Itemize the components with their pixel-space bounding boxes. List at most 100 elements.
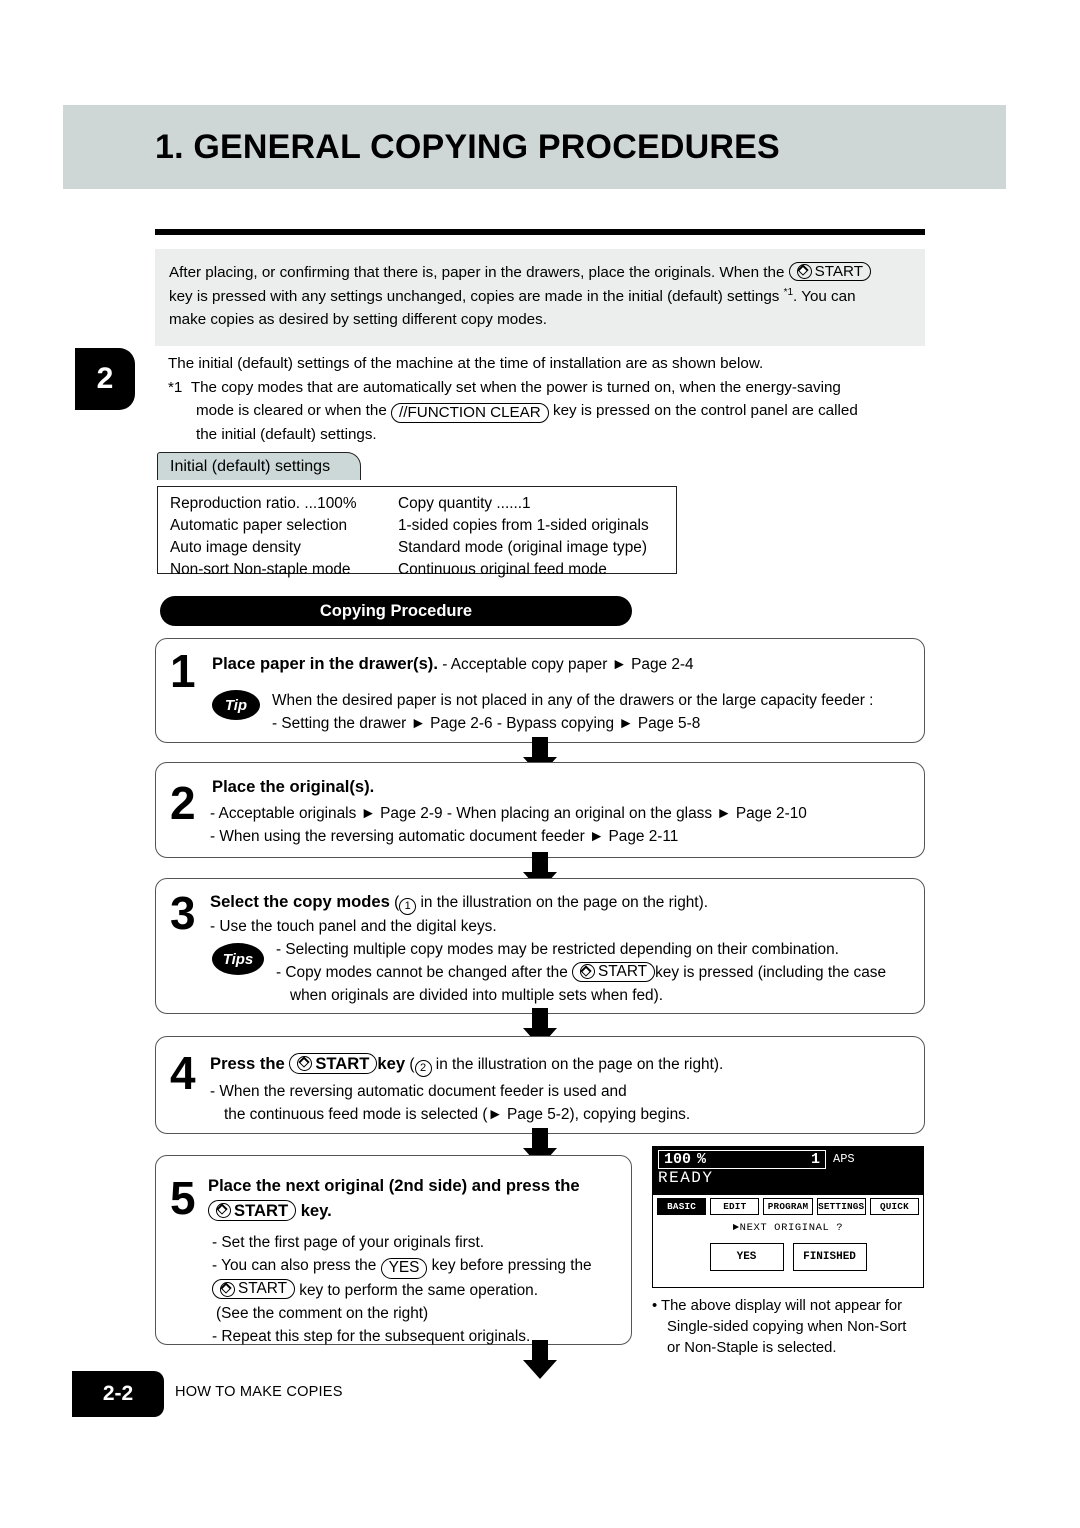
start-key-label: START (814, 262, 864, 280)
settings-tab-header: Initial (default) settings (157, 452, 362, 480)
intro-footnote-mark: *1 (783, 286, 794, 298)
step-3-line1: - Use the touch panel and the digital ke… (210, 918, 497, 935)
step-5-line3b: key to perform the same operation. (295, 1281, 538, 1299)
step-5-title-tail: key. (296, 1201, 332, 1220)
lcd-note: • The above display will not appear for … (652, 1296, 930, 1359)
step-5-line1: - Set the first page of your originals f… (212, 1234, 485, 1251)
start-diamond-icon (220, 1281, 235, 1297)
settings-table: Reproduction ratio. ...100% Copy quantit… (157, 486, 677, 578)
lcd-status-text: READY (658, 1169, 714, 1187)
step-4-title: Press the START key (2 in the illustratio… (210, 1052, 922, 1077)
lcd-prompt-text: ►NEXT ORIGINAL ? (732, 1222, 844, 1234)
title-rule (155, 229, 925, 235)
lcd-quantity-value: 1 (810, 1151, 820, 1168)
note-block: The initial (default) settings of the ma… (168, 352, 930, 447)
lcd-percent-sign: % (697, 1151, 707, 1168)
step-4-start-key-cap: START (289, 1052, 378, 1075)
tip-badge-label: Tip (224, 696, 248, 714)
lcd-tab-bar: BASIC EDIT PROGRAM SETTINGS QUICK (653, 1195, 923, 1215)
step-4-body: - When the reversing automatic document … (210, 1080, 922, 1126)
chapter-number: 2 (96, 362, 114, 395)
settings-cell-right: Continuous original feed mode (398, 560, 607, 578)
step-2-line1: - Acceptable originals ► Page 2-9 - When… (210, 805, 807, 822)
step-5-line3-start-key-label: START (238, 1280, 288, 1297)
step-3-tip-line2b: key is pressed (including the case (655, 964, 887, 982)
table-row: Reproduction ratio. ...100% Copy quantit… (170, 493, 676, 515)
step-3-tip-line1: - Selecting multiple copy modes may be r… (276, 941, 839, 958)
lcd-tab-settings[interactable]: SETTINGS (816, 1198, 866, 1215)
step-1-tip-text: When the desired paper is not placed in … (272, 689, 918, 735)
function-clear-key-label: //FUNCTION CLEAR (399, 404, 541, 422)
lcd-note-line2: Single-sided copying when Non-Sort (667, 1319, 907, 1335)
tip-badge: Tip (212, 690, 260, 720)
settings-cell-left: Non-sort Non-staple mode (170, 560, 351, 578)
step-2-number: 2 (170, 777, 196, 829)
step-3-title-tail-a: ( (389, 894, 400, 911)
settings-tab-label: Initial (default) settings (170, 458, 331, 475)
copying-procedure-banner: Copying Procedure (160, 596, 632, 626)
step-5-line2a: - You can also press the (212, 1257, 381, 1275)
tips-badge: Tips (212, 943, 264, 975)
manual-page: 1. GENERAL COPYING PROCEDURES After plac… (0, 0, 1080, 1528)
step-5-start-key-label: START (234, 1200, 289, 1220)
lcd-status-area: 100 % 1 APS READY (653, 1147, 923, 1195)
start-key-cap: START (788, 261, 872, 282)
step-4-line1: - When the reversing automatic document … (210, 1083, 627, 1100)
note-line2-text: The copy modes that are automatically se… (190, 378, 841, 396)
footer-section-label: HOW TO MAKE COPIES (175, 1384, 343, 1400)
yes-key-label: YES (388, 1259, 420, 1277)
step-4-title-tail-a: ( (405, 1056, 415, 1073)
step-3-tips-text: - Selecting multiple copy modes may be r… (276, 938, 921, 1007)
copying-procedure-label: Copying Procedure (319, 601, 473, 620)
step-4-title-tail-b: in the illustration on the page on the r… (431, 1056, 724, 1073)
lcd-note-line1: • The above display will not appear for (652, 1298, 903, 1314)
step-1-tip-line2: - Setting the drawer ► Page 2-6 - Bypass… (272, 715, 701, 733)
tips-badge-label: Tips (222, 950, 254, 968)
settings-cell-right: Standard mode (original image type) (398, 538, 647, 556)
step-5-number: 5 (170, 1172, 196, 1224)
lcd-panel: 100 % 1 APS READY BASIC EDIT PROGRAM SET… (652, 1146, 924, 1288)
lcd-paper-mode: APS (833, 1152, 855, 1166)
lcd-tab-quick[interactable]: QUICK (869, 1198, 920, 1215)
step-2-body: - Acceptable originals ► Page 2-9 - When… (210, 802, 920, 848)
step-2-line2: - When using the reversing automatic doc… (210, 828, 679, 846)
start-diamond-icon (297, 1056, 313, 1071)
note-mark: *1 (168, 378, 183, 396)
step-4-title-a: Press the (210, 1054, 290, 1073)
step-5-line4: (See the comment on the right) (216, 1304, 429, 1322)
settings-cell-left: Reproduction ratio. ...100% (170, 495, 357, 512)
step-3-tip-line2a: - Copy modes cannot be changed after the (276, 964, 573, 982)
step-3-title-bold: Select the copy modes (210, 892, 390, 911)
table-row: Non-sort Non-staple mode Continuous orig… (170, 559, 676, 581)
chapter-tab: 2 (75, 348, 135, 410)
step-3-start-key-cap: START (572, 961, 656, 982)
step-4-number: 4 (170, 1047, 196, 1099)
lcd-yes-button[interactable]: YES (709, 1243, 784, 1271)
step-1-title-bold: Place paper in the drawer(s). (212, 654, 438, 673)
step-3-start-key-label: START (598, 962, 648, 980)
step-5-start-key-cap: START (208, 1199, 297, 1222)
step-3-title-tail-b: in the illustration on the page on the r… (416, 894, 709, 911)
lcd-tab-program[interactable]: PROGRAM (763, 1198, 813, 1215)
step-1-title: Place paper in the drawer(s). - Acceptab… (212, 652, 912, 677)
intro-line2b-text: . You can (793, 287, 856, 305)
lcd-tab-edit[interactable]: EDIT (710, 1198, 760, 1215)
lcd-ratio-field: 100 % 1 (658, 1150, 826, 1169)
lcd-finished-button[interactable]: FINISHED (792, 1243, 867, 1271)
step-5-title: Place the next original (2nd side) and p… (208, 1174, 628, 1199)
step-5-title-line2: START key. (208, 1199, 628, 1224)
flow-arrow-5 (523, 1340, 557, 1379)
step-1-tip-line1: When the desired paper is not placed in … (272, 692, 874, 709)
step-4-start-key-label: START (315, 1053, 370, 1073)
footer-page-tab: 2-2 (72, 1371, 164, 1417)
lcd-note-line3: or Non-Staple is selected. (667, 1340, 837, 1356)
lcd-tab-basic[interactable]: BASIC (657, 1198, 707, 1215)
step-5-body: - Set the first page of your originals f… (212, 1231, 632, 1349)
note-line3b-text: key is pressed on the control panel are … (548, 402, 858, 420)
step-4-circle-number: 2 (414, 1060, 432, 1077)
step-1-title-tail: - Acceptable copy paper ► Page 2-4 (442, 656, 694, 673)
table-row: Automatic paper selection 1-sided copies… (170, 515, 676, 537)
step-3-circle-number: 1 (399, 898, 417, 915)
note-line2: *1 The copy modes that are automatically… (168, 376, 930, 400)
step-3-title: Select the copy modes (1 in the illustra… (210, 890, 920, 915)
